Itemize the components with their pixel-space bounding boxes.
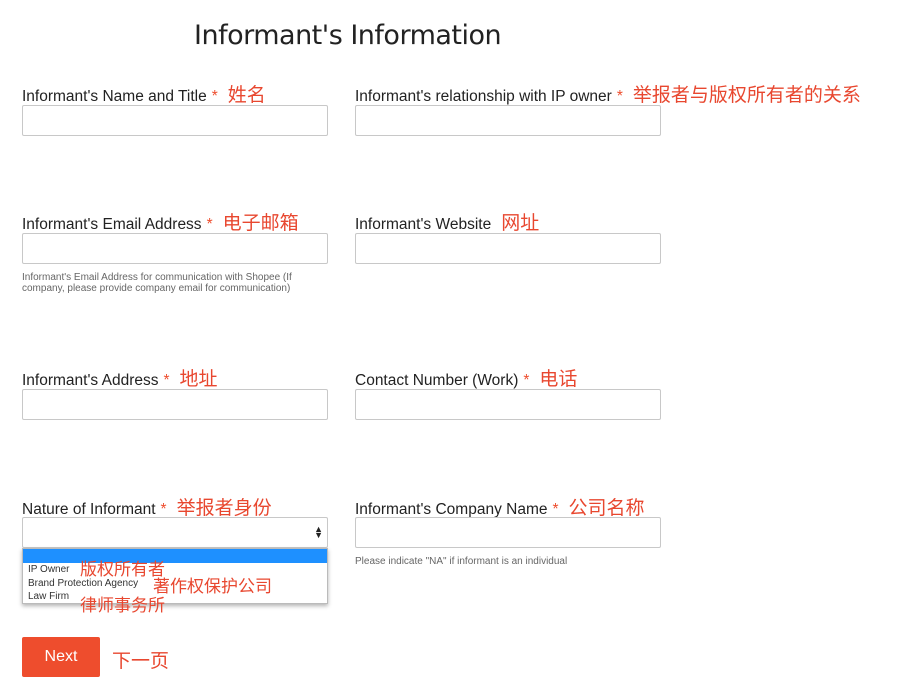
relationship-label: Informant's relationship with IP owner * 举…	[355, 84, 861, 106]
website-label: Informant's Website 网址	[355, 212, 540, 234]
nature-select[interactable]: ▲ ▼	[22, 517, 328, 548]
relationship-input[interactable]	[355, 105, 661, 136]
contact-label: Contact Number (Work) * 电话	[355, 368, 578, 390]
company-help: Please indicate "NA" if informant is an …	[355, 556, 568, 567]
next-annotation: 下一页	[112, 650, 170, 672]
website-input[interactable]	[355, 233, 661, 264]
updown-arrow-icon: ▲ ▼	[314, 524, 323, 540]
name-label: Informant's Name and Title * 姓名	[22, 84, 266, 106]
nature-label: Nature of Informant * 举报者身份	[22, 497, 272, 519]
company-input[interactable]	[355, 517, 661, 548]
next-button[interactable]: Next	[22, 637, 100, 677]
email-input[interactable]	[22, 233, 328, 264]
annotation-law-firm: 律师事务所	[80, 596, 165, 616]
company-label: Informant's Company Name * 公司名称	[355, 497, 645, 519]
page-title: Informant's Information	[194, 20, 502, 51]
email-label: Informant's Email Address * 电子邮箱	[22, 212, 299, 234]
address-label: Informant's Address * 地址	[22, 368, 218, 390]
annotation-brand-protection: 著作权保护公司	[153, 577, 272, 597]
address-input[interactable]	[22, 389, 328, 420]
contact-input[interactable]	[355, 389, 661, 420]
email-help: Informant's Email Address for communicat…	[22, 272, 292, 294]
dropdown-option-empty[interactable]	[23, 549, 327, 563]
name-input[interactable]	[22, 105, 328, 136]
